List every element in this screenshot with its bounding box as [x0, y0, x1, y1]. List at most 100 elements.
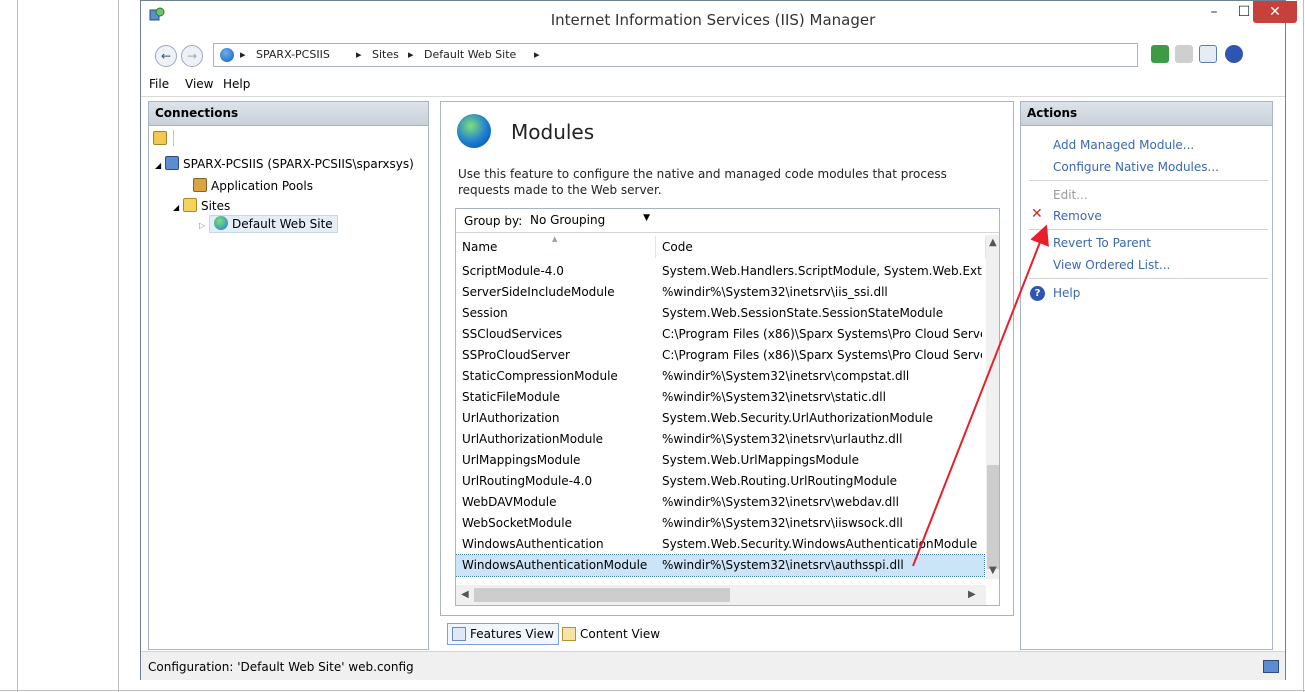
revert-to-parent-link[interactable]: Revert To Parent [1053, 236, 1151, 250]
tree-default-web-site[interactable]: ▷ Default Web Site [199, 215, 338, 233]
modules-grid: Group by: No Grouping ▼ Name Code ▲ Scri… [455, 208, 1000, 606]
configure-native-modules-link[interactable]: Configure Native Modules... [1053, 160, 1219, 174]
crumb-default-web-site[interactable]: Default Web Site [424, 48, 516, 61]
crumb-separator-icon[interactable]: ▸ [534, 48, 540, 61]
close-button[interactable]: ✕ [1253, 1, 1297, 23]
view-ordered-list-link[interactable]: View Ordered List... [1053, 258, 1170, 272]
actions-divider [1029, 278, 1268, 279]
scroll-right-icon[interactable]: ▶ [968, 589, 976, 600]
menu-help[interactable]: Help [223, 77, 250, 91]
stop-icon[interactable] [1175, 45, 1193, 63]
iis-manager-window: Internet Information Services (IIS) Mana… [140, 0, 1297, 680]
module-code-cell: C:\Program Files (x86)\Sparx Systems\Pro… [662, 327, 982, 341]
table-row[interactable]: SSProCloudServer C:\Program Files (x86)\S… [456, 345, 984, 366]
group-by-dropdown[interactable]: No Grouping ▼ [526, 212, 656, 230]
tree-app-pools[interactable]: Application Pools [193, 178, 313, 193]
scroll-down-icon[interactable]: ▼ [989, 565, 997, 576]
back-button[interactable]: ← [155, 45, 177, 67]
remove-link[interactable]: Remove [1053, 209, 1102, 223]
table-row[interactable]: StaticFileModule %windir%\System32\inetsr… [456, 387, 984, 408]
module-name-cell: SSCloudServices [462, 327, 563, 341]
server-icon [164, 156, 179, 170]
collapse-icon[interactable]: ◢ [173, 203, 179, 212]
vertical-scrollbar[interactable]: ▲ ▼ [986, 235, 999, 579]
connect-icon[interactable] [153, 131, 167, 145]
add-managed-module-link[interactable]: Add Managed Module... [1053, 138, 1194, 152]
column-header-code[interactable]: Code [656, 236, 986, 258]
module-code-cell: %windir%\System32\inetsrv\authsspi.dll [662, 558, 904, 572]
horizontal-scroll-thumb[interactable] [474, 588, 730, 602]
help-icon: ? [1030, 286, 1045, 301]
tree-server[interactable]: ◢ SPARX-PCSIIS (SPARX-PCSIIS\sparxsys) [155, 156, 414, 171]
table-row[interactable]: ScriptModule-4.0 System.Web.Handlers.Scri… [456, 261, 984, 282]
table-row[interactable]: Session System.Web.SessionState.SessionSt… [456, 303, 984, 324]
table-row[interactable]: UrlAuthorizationModule %windir%\System32\… [456, 429, 984, 450]
module-code-cell: System.Web.Security.UrlAuthorizationModu… [662, 411, 933, 425]
vertical-scroll-thumb[interactable] [987, 465, 999, 569]
globe-icon [213, 216, 228, 230]
menu-file[interactable]: File [149, 77, 169, 91]
table-row[interactable]: WindowsAuthentication System.Web.Security… [456, 534, 984, 555]
module-code-cell: %windir%\System32\inetsrv\iis_ssi.dll [662, 285, 888, 299]
actions-divider [1029, 229, 1268, 230]
minimize-button[interactable]: – [1199, 1, 1229, 23]
table-row[interactable]: UrlAuthorization System.Web.Security.UrlA… [456, 408, 984, 429]
address-bar: ← → ▸ SPARX-PCSIIS ▸ Sites ▸ Default Web… [141, 39, 1285, 71]
toolbar-separator [173, 130, 174, 146]
table-row[interactable]: SSCloudServices C:\Program Files (x86)\Sp… [456, 324, 984, 345]
features-view-tab[interactable]: Features View [447, 623, 559, 645]
crumb-server[interactable]: SPARX-PCSIIS [256, 48, 330, 61]
crumb-sites[interactable]: Sites [372, 48, 399, 61]
module-name-cell: WindowsAuthenticationModule [462, 558, 648, 572]
module-name-cell: WebSocketModule [462, 516, 572, 530]
help-icon[interactable] [1225, 45, 1243, 63]
module-name-cell: WindowsAuthentication [462, 537, 604, 551]
table-row[interactable]: UrlMappingsModule System.Web.UrlMappingsM… [456, 450, 984, 471]
forward-button[interactable]: → [181, 45, 203, 67]
server-status-icon [1263, 660, 1279, 673]
module-name-cell: ScriptModule-4.0 [462, 264, 564, 278]
group-by-label: Group by: [464, 214, 523, 228]
table-row[interactable]: WindowsAuthenticationModule %windir%\Syst… [456, 554, 985, 577]
table-row[interactable]: StaticCompressionModule %windir%\System32… [456, 366, 984, 387]
breadcrumb[interactable]: ▸ SPARX-PCSIIS ▸ Sites ▸ Default Web Sit… [213, 43, 1138, 67]
modules-globe-icon [457, 114, 491, 148]
connections-toolbar [149, 126, 428, 150]
table-row[interactable]: WebSocketModule %windir%\System32\inetsrv… [456, 513, 984, 534]
module-name-cell: Session [462, 306, 508, 320]
features-view-icon [452, 627, 466, 641]
expand-icon[interactable]: ▷ [199, 221, 205, 230]
menu-view[interactable]: View [185, 77, 213, 91]
refresh-icon[interactable] [1151, 45, 1169, 63]
tree-default-web-site-selection: Default Web Site [208, 215, 338, 233]
edit-link[interactable]: Edit... [1053, 188, 1088, 202]
module-code-cell: System.Web.Security.WindowsAuthenticatio… [662, 537, 978, 551]
table-row[interactable]: ServerSideIncludeModule %windir%\System32… [456, 282, 984, 303]
folder-icon [182, 198, 197, 212]
page-description: Use this feature to configure the native… [458, 167, 947, 197]
app-pool-icon [193, 178, 207, 192]
scroll-left-icon[interactable]: ◀ [461, 589, 469, 600]
help-link[interactable]: Help [1053, 286, 1080, 300]
module-name-cell: ServerSideIncludeModule [462, 285, 615, 299]
scroll-up-icon[interactable]: ▲ [989, 237, 997, 248]
table-row[interactable]: WebDAVModule %windir%\System32\inetsrv\we… [456, 492, 984, 513]
frame-divider-right [1303, 0, 1304, 692]
crumb-separator-icon[interactable]: ▸ [240, 48, 246, 61]
menu-bar: File View Help [141, 73, 1285, 97]
module-code-cell: %windir%\System32\inetsrv\urlauthz.dll [662, 432, 903, 446]
tree-sites-label: Sites [200, 199, 231, 213]
modules-pane: Modules Use this feature to configure th… [440, 101, 1014, 616]
crumb-separator-icon[interactable]: ▸ [408, 48, 414, 61]
tree-sites[interactable]: ◢ Sites [173, 198, 230, 213]
home-icon[interactable] [1199, 45, 1217, 63]
remove-icon: ✕ [1031, 206, 1043, 222]
collapse-icon[interactable]: ◢ [155, 161, 161, 170]
crumb-separator-icon[interactable]: ▸ [356, 48, 362, 61]
module-code-cell: System.Web.SessionState.SessionStateModu… [662, 306, 944, 320]
table-row[interactable]: UrlRoutingModule-4.0 System.Web.Routing.U… [456, 471, 984, 492]
module-code-cell: %windir%\System32\inetsrv\compstat.dll [662, 369, 910, 383]
horizontal-scrollbar[interactable]: ◀ ▶ [456, 585, 986, 605]
content-view-tab[interactable]: Content View [557, 623, 665, 645]
window-title: Internet Information Services (IIS) Mana… [550, 11, 876, 29]
